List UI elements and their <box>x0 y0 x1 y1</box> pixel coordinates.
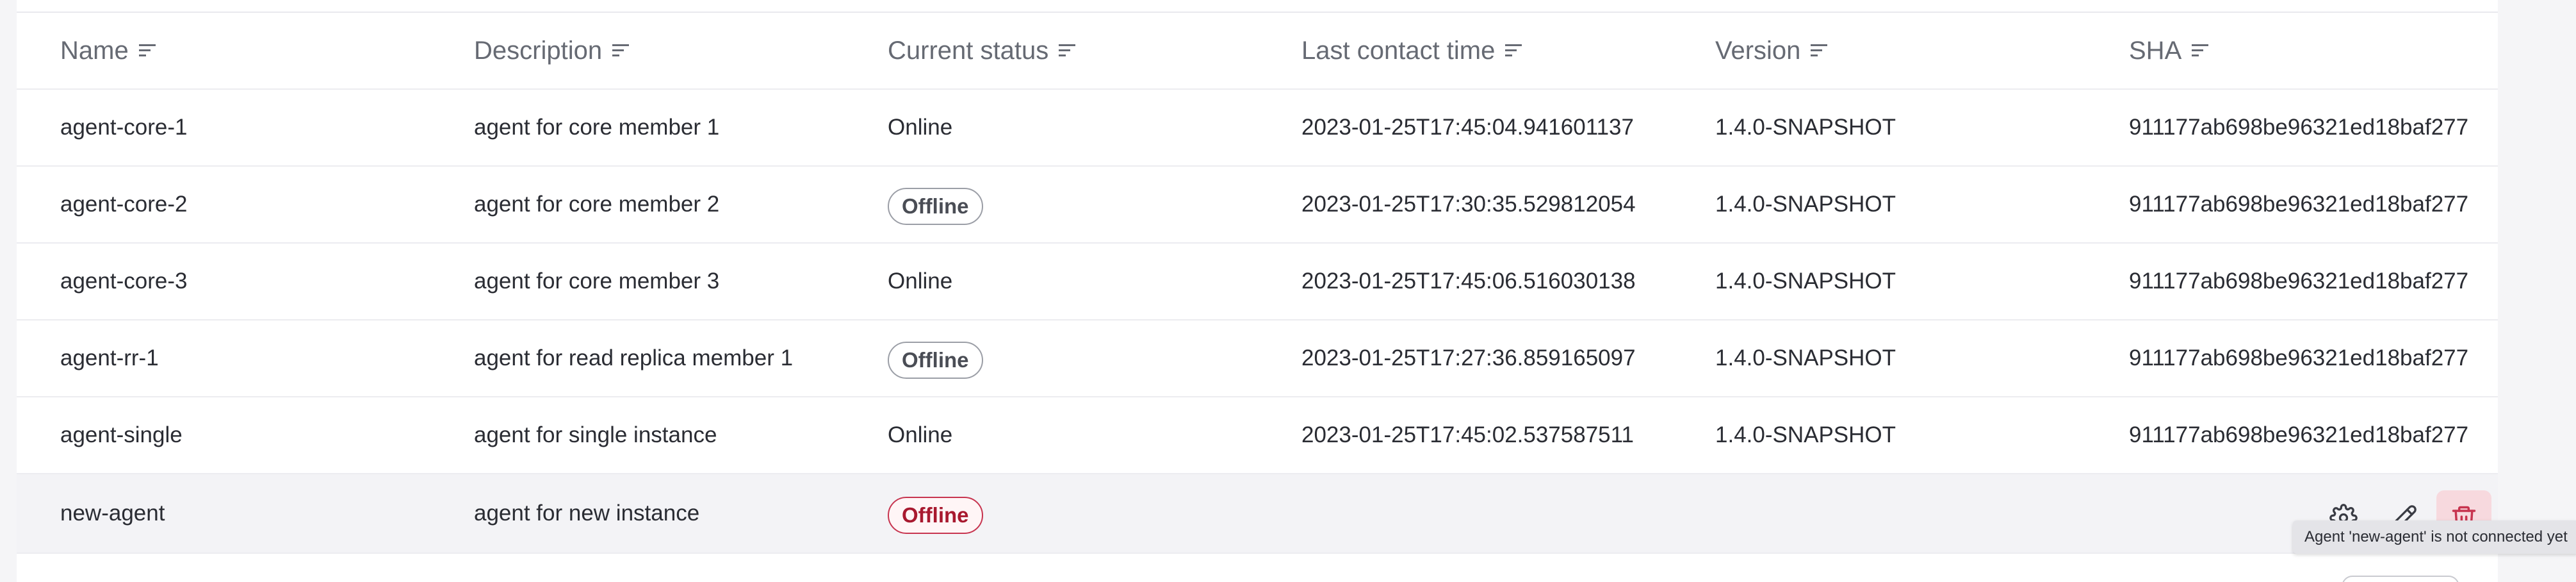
column-header-version[interactable]: Version <box>1715 13 1830 88</box>
version-cell: 1.4.0-SNAPSHOT <box>1715 345 1896 370</box>
column-header-label: Version <box>1715 36 1801 65</box>
table-row[interactable]: agent-rr-1 agent for read replica member… <box>17 320 2498 397</box>
agents-table-panel: Name Description Current status Last con… <box>17 0 2498 582</box>
agent-status-cell: Online <box>888 397 952 473</box>
version-cell: 1.4.0-SNAPSHOT <box>1715 422 1896 447</box>
agent-name-cell: agent-core-3 <box>60 269 188 294</box>
not-connected-tooltip: Agent 'new-agent' is not connected yet <box>2293 520 2576 554</box>
status-badge: Offline <box>888 188 983 225</box>
agents-page: Name Description Current status Last con… <box>0 0 2576 582</box>
version-cell: 1.4.0-SNAPSHOT <box>1715 269 1896 294</box>
sort-icon[interactable] <box>2190 42 2211 60</box>
agent-description-cell: agent for new instance <box>474 501 700 526</box>
sort-icon[interactable] <box>611 42 632 60</box>
column-header-label: SHA <box>2129 36 2182 65</box>
status-text: Online <box>888 269 953 294</box>
column-header-label: Name <box>60 36 129 65</box>
table-row-hovered[interactable]: new-agent agent for new instance Offline <box>17 474 2498 554</box>
sort-icon[interactable] <box>1809 42 1830 60</box>
agent-status-cell: Online <box>888 244 952 319</box>
last-contact-cell: 2023-01-25T17:27:36.859165097 <box>1301 345 1636 370</box>
column-header-current-status[interactable]: Current status <box>888 13 1078 88</box>
agent-description-cell: agent for core member 1 <box>474 115 720 140</box>
column-header-label: Description <box>474 36 603 65</box>
sort-icon[interactable] <box>138 42 158 60</box>
agent-status-cell: Offline <box>888 474 983 553</box>
column-header-name[interactable]: Name <box>60 13 158 88</box>
status-text: Online <box>888 115 953 140</box>
sha-cell: 911177ab698be96321ed18baf277 <box>2129 115 2469 140</box>
version-cell: 1.4.0-SNAPSHOT <box>1715 192 1896 217</box>
sha-cell: 911177ab698be96321ed18baf277 <box>2129 192 2469 217</box>
last-contact-cell: 2023-01-25T17:45:02.537587511 <box>1301 422 1634 447</box>
agent-status-cell: Offline <box>888 320 983 396</box>
pagination-control-fragment[interactable] <box>2342 576 2459 582</box>
table-row[interactable]: agent-core-3 agent for core member 3 Onl… <box>17 244 2498 320</box>
sort-icon[interactable] <box>1057 42 1078 60</box>
status-badge-danger: Offline <box>888 497 983 534</box>
table-row[interactable]: agent-core-1 agent for core member 1 Onl… <box>17 90 2498 167</box>
agent-description-cell: agent for core member 2 <box>474 192 720 217</box>
column-header-label: Current status <box>888 36 1049 65</box>
agent-name-cell: new-agent <box>60 501 165 526</box>
sort-icon[interactable] <box>1504 42 1524 60</box>
agent-description-cell: agent for single instance <box>474 422 717 447</box>
last-contact-cell: 2023-01-25T17:30:35.529812054 <box>1301 192 1636 217</box>
sha-cell: 911177ab698be96321ed18baf277 <box>2129 269 2469 294</box>
agent-status-cell: Offline <box>888 167 983 242</box>
sha-cell: 911177ab698be96321ed18baf277 <box>2129 422 2469 447</box>
last-contact-cell: 2023-01-25T17:45:04.941601137 <box>1301 115 1634 140</box>
agent-name-cell: agent-core-1 <box>60 115 188 140</box>
version-cell: 1.4.0-SNAPSHOT <box>1715 115 1896 140</box>
status-badge: Offline <box>888 342 983 379</box>
agent-description-cell: agent for read replica member 1 <box>474 345 794 370</box>
table-row[interactable]: agent-single agent for single instance O… <box>17 397 2498 474</box>
agent-name-cell: agent-core-2 <box>60 192 188 217</box>
column-header-sha[interactable]: SHA <box>2129 13 2211 88</box>
table-header-row: Name Description Current status Last con… <box>17 13 2498 90</box>
last-contact-cell: 2023-01-25T17:45:06.516030138 <box>1301 269 1636 294</box>
agent-description-cell: agent for core member 3 <box>474 269 720 294</box>
sha-cell: 911177ab698be96321ed18baf277 <box>2129 345 2469 370</box>
agents-table: Name Description Current status Last con… <box>17 13 2498 554</box>
status-text: Online <box>888 422 953 447</box>
agent-name-cell: agent-single <box>60 422 183 447</box>
column-header-description[interactable]: Description <box>474 13 632 88</box>
agent-name-cell: agent-rr-1 <box>60 345 159 370</box>
table-row[interactable]: agent-core-2 agent for core member 2 Off… <box>17 167 2498 244</box>
column-header-last-contact-time[interactable]: Last contact time <box>1301 13 1524 88</box>
column-header-label: Last contact time <box>1301 36 1496 65</box>
agent-status-cell: Online <box>888 90 952 165</box>
